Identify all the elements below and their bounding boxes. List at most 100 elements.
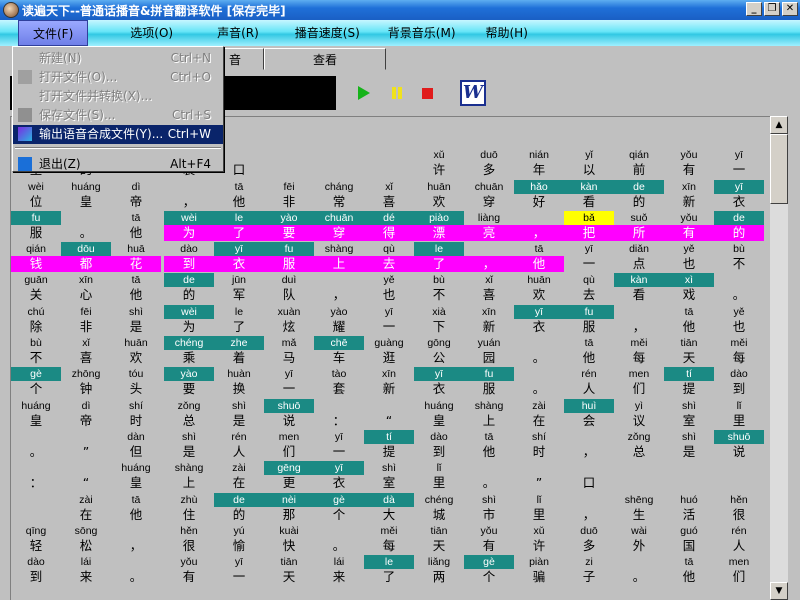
text-cell[interactable]: de 的 <box>214 492 264 523</box>
vertical-scrollbar[interactable]: ▲ ▼ <box>770 116 788 600</box>
text-cell[interactable]: yǒu 有 <box>464 524 514 554</box>
menu-file[interactable]: 文件(F) <box>18 20 89 46</box>
text-cell[interactable]: shì 是 <box>664 430 714 460</box>
text-cell[interactable]: “ <box>364 399 414 429</box>
text-cell[interactable]: bù 不 <box>414 273 464 303</box>
text-cell[interactable]: dào 到 <box>164 242 214 273</box>
menu-item-new[interactable]: 新建(N) Ctrl+N <box>13 49 223 68</box>
text-cell[interactable]: huì 会 <box>564 398 614 429</box>
text-cell[interactable]: dào 到 <box>414 430 464 460</box>
text-cell[interactable]: shì 是 <box>214 399 264 429</box>
text-cell[interactable]: dà 大 <box>364 492 414 523</box>
text-cell[interactable]: zhe 着 <box>214 336 264 366</box>
text-cell[interactable]: le 了 <box>214 305 264 335</box>
text-cell[interactable]: yuán 园 <box>464 336 514 366</box>
text-cell[interactable]: gōng 公 <box>414 336 464 366</box>
text-cell[interactable]: yī 一 <box>714 148 764 178</box>
text-cell[interactable]: 。 <box>714 273 764 303</box>
text-cell[interactable]: yě 也 <box>364 273 414 303</box>
text-cell[interactable]: tí 提 <box>664 367 714 397</box>
text-cell[interactable]: chú 除 <box>11 305 61 335</box>
text-cell[interactable]: yī 衣 <box>214 242 264 273</box>
text-cell[interactable]: 。 <box>614 555 664 585</box>
text-cell[interactable]: ： <box>314 399 364 429</box>
text-cell[interactable]: qù 去 <box>364 242 414 273</box>
text-cell[interactable]: shì 是 <box>164 430 214 460</box>
text-cell[interactable]: rén 人 <box>214 430 264 460</box>
text-cell[interactable]: cháng 常 <box>314 180 364 210</box>
text-cell[interactable]: zhù 住 <box>164 493 214 523</box>
text-cell[interactable]: le 了 <box>214 210 264 241</box>
text-cell[interactable]: huó 活 <box>664 493 714 523</box>
text-cell[interactable]: duō 多 <box>464 148 514 178</box>
text-cell[interactable]: shuō 说 <box>264 398 314 429</box>
text-cell[interactable]: tā 他 <box>564 336 614 366</box>
text-cell[interactable]: kàn 看 <box>614 273 664 303</box>
text-cell[interactable]: tā 他 <box>111 273 161 303</box>
text-cell[interactable]: yào 耀 <box>314 305 364 335</box>
text-cell[interactable]: yǒu 有 <box>664 211 714 241</box>
text-cell[interactable]: duō 多 <box>564 524 614 554</box>
text-cell[interactable]: tā 他 <box>464 430 514 460</box>
text-cell[interactable]: yī 衣 <box>414 367 464 397</box>
menu-options[interactable]: 选项(O) <box>116 20 187 46</box>
text-cell[interactable]: gè 个 <box>314 492 364 523</box>
text-cell[interactable]: jūn 军 <box>214 273 264 303</box>
text-cell[interactable]: xǔ 许 <box>514 524 564 554</box>
text-cell[interactable]: rén 人 <box>564 367 614 397</box>
text-cell[interactable]: duì 队 <box>264 273 314 303</box>
text-cell[interactable]: dé 得 <box>364 210 414 241</box>
stop-icon[interactable] <box>416 82 438 104</box>
text-cell[interactable]: yī 一 <box>214 555 264 585</box>
text-cell[interactable]: bǎ 把 <box>564 210 614 241</box>
text-cell[interactable]: huáng皇 <box>11 399 61 429</box>
text-cell[interactable]: dì 帝 <box>61 399 111 429</box>
text-cell[interactable]: huáng皇 <box>111 461 161 491</box>
text-cell[interactable]: shì 市 <box>464 493 514 523</box>
text-cell[interactable]: fu 服 <box>564 304 614 335</box>
text-cell[interactable]: yī 一 <box>314 430 364 460</box>
text-cell[interactable]: nèi 那 <box>264 492 314 523</box>
text-cell[interactable]: gēng 更 <box>264 461 314 491</box>
text-cell[interactable]: yǒu 有 <box>664 148 714 178</box>
text-cell[interactable]: men 们 <box>714 555 764 585</box>
text-cell[interactable]: hǎo 好 <box>514 179 564 210</box>
text-cell[interactable]: sōng 松 <box>61 524 111 554</box>
text-cell[interactable]: de 的 <box>714 210 764 241</box>
text-cell[interactable]: gè 个 <box>464 555 514 585</box>
text-cell[interactable]: ： <box>11 461 61 491</box>
menu-help[interactable]: 帮助(H) <box>472 20 542 46</box>
text-cell[interactable]: guān 关 <box>11 273 61 303</box>
text-cell[interactable]: yì 议 <box>614 399 664 429</box>
text-cell[interactable]: shuō 说 <box>714 429 764 460</box>
text-cell[interactable]: tā 他 <box>214 180 264 210</box>
text-cell[interactable]: 。 <box>111 555 161 585</box>
text-cell[interactable]: yú 愉 <box>214 524 264 554</box>
text-cell[interactable]: xīn 新 <box>464 305 514 335</box>
text-cell[interactable]: suǒ 所 <box>614 211 664 241</box>
text-cell[interactable]: dào 到 <box>11 555 61 585</box>
text-cell[interactable]: qián 前 <box>614 148 664 178</box>
menu-music[interactable]: 背景音乐(M) <box>374 20 470 46</box>
text-cell[interactable]: kàn 看 <box>564 179 614 210</box>
text-cell[interactable]: yào 要 <box>264 210 314 241</box>
text-cell[interactable]: xǐ 喜 <box>364 180 414 210</box>
text-cell[interactable]: huān 欢 <box>111 336 161 366</box>
close-button[interactable]: ✕ <box>782 2 798 16</box>
menu-item-open[interactable]: 打开文件(O)... Ctrl+O <box>13 68 223 87</box>
text-cell[interactable]: piàn 骗 <box>514 555 564 585</box>
text-cell[interactable]: yī 衣 <box>314 461 364 491</box>
text-cell[interactable]: yě 也 <box>664 242 714 272</box>
text-cell[interactable]: wèi 为 <box>164 210 214 241</box>
text-cell[interactable]: 。 <box>61 211 111 241</box>
text-cell[interactable]: ， <box>464 242 514 273</box>
text-cell[interactable]: zǒng 总 <box>164 399 214 429</box>
text-cell[interactable]: zǒng 总 <box>614 430 664 460</box>
text-cell[interactable]: qián 钱 <box>11 242 61 273</box>
text-cell[interactable]: wèi 为 <box>164 304 214 335</box>
text-cell[interactable]: xià 下 <box>414 305 464 335</box>
restore-button[interactable]: ❐ <box>764 2 780 16</box>
text-cell[interactable]: 。 <box>514 367 564 397</box>
play-icon[interactable] <box>352 82 374 104</box>
text-cell[interactable]: ” <box>61 430 111 460</box>
